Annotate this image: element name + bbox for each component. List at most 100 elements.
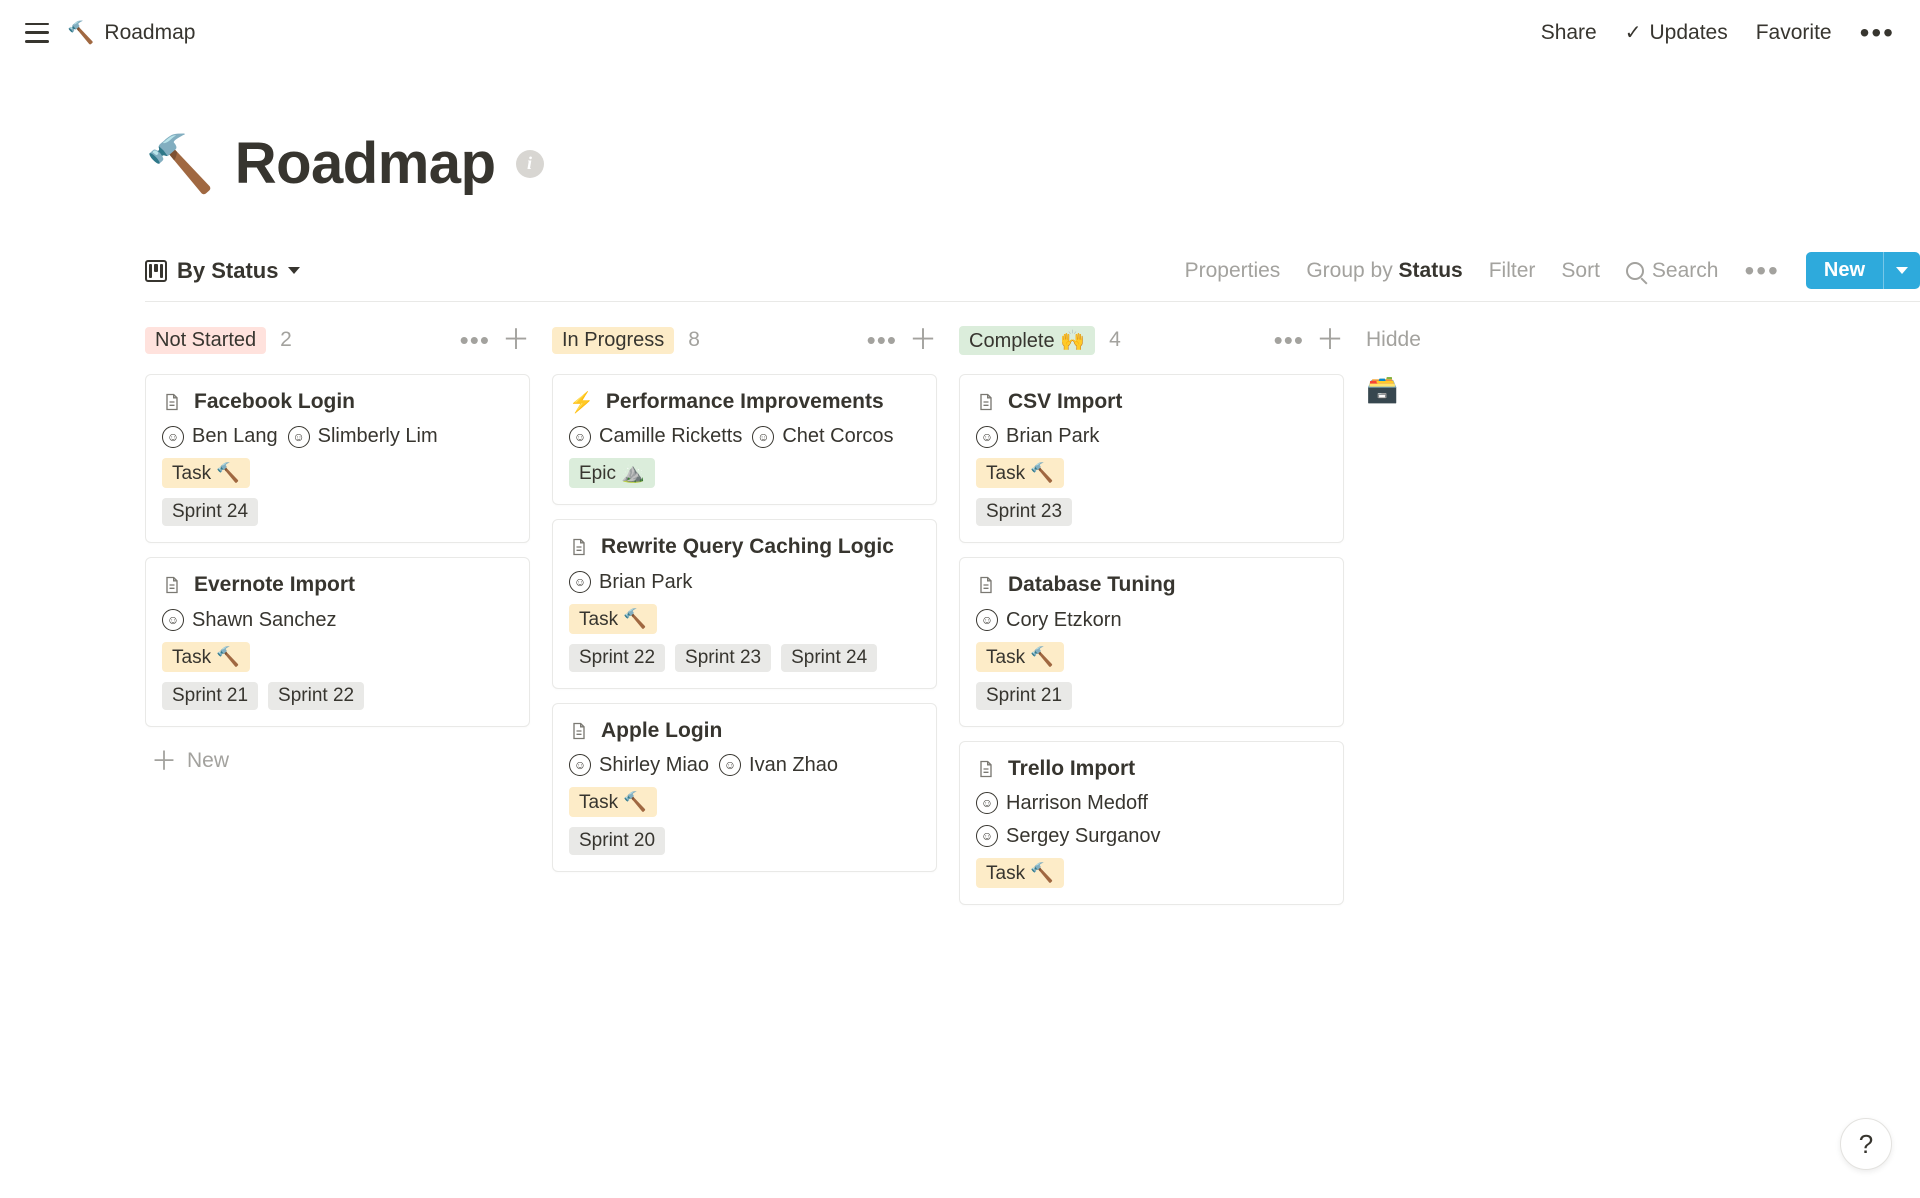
help-button[interactable]: ? xyxy=(1840,1118,1892,1170)
board-card[interactable]: Rewrite Query Caching Logic ☺ Brian Park… xyxy=(552,519,937,688)
sprint-chip: Sprint 24 xyxy=(162,498,258,526)
sprint-chip: Sprint 22 xyxy=(569,644,665,672)
new-button-main[interactable]: New xyxy=(1806,252,1883,289)
sprint-chip: Sprint 24 xyxy=(781,644,877,672)
groupby-value: Status xyxy=(1399,259,1463,282)
card-title: Performance Improvements xyxy=(606,389,884,415)
board-card[interactable]: ⚡ Performance Improvements ☺ Camille Ric… xyxy=(552,374,937,505)
new-button[interactable]: New xyxy=(1806,252,1920,289)
assignee: ☺ Ivan Zhao xyxy=(719,754,838,777)
search-label: Search xyxy=(1652,259,1719,283)
share-button[interactable]: Share xyxy=(1541,21,1597,45)
breadcrumb[interactable]: 🔨 Roadmap xyxy=(67,20,195,46)
type-chip-row: Task 🔨 xyxy=(162,458,513,488)
assignee: ☺ Shirley Miao xyxy=(569,754,709,777)
board-card[interactable]: Database Tuning ☺ Cory Etzkorn Task 🔨 Sp… xyxy=(959,557,1344,726)
topbar: 🔨 Roadmap Share ✓ Updates Favorite ••• xyxy=(0,0,1920,65)
filter-button[interactable]: Filter xyxy=(1489,259,1536,283)
avatar: ☺ xyxy=(976,609,998,631)
groupby-button[interactable]: Group by Status xyxy=(1306,259,1462,283)
assignee: ☺ Sergey Surganov xyxy=(976,825,1161,848)
page: 🔨 Roadmap i By Status Properties Group b… xyxy=(0,65,1920,919)
avatar: ☺ xyxy=(569,426,591,448)
avatar: ☺ xyxy=(162,609,184,631)
board-card[interactable]: Facebook Login ☺ Ben Lang ☺ Slimberly Li… xyxy=(145,374,530,543)
view-selector[interactable]: By Status xyxy=(145,258,300,284)
type-chip-row: Task 🔨 xyxy=(569,787,920,817)
hidden-label[interactable]: Hidde xyxy=(1366,328,1421,352)
page-header: 🔨 Roadmap i xyxy=(145,130,1920,197)
card-title: CSV Import xyxy=(1008,389,1122,415)
board-card[interactable]: CSV Import ☺ Brian Park Task 🔨 Sprint 23 xyxy=(959,374,1344,543)
assignee-name: Ivan Zhao xyxy=(749,754,838,777)
sprint-chip: Sprint 21 xyxy=(162,682,258,710)
column-title[interactable]: Not Started xyxy=(145,327,266,354)
assignee-list: ☺ Brian Park xyxy=(976,425,1327,448)
assignee-name: Cory Etzkorn xyxy=(1006,609,1122,632)
column-title[interactable]: In Progress xyxy=(552,327,674,354)
chevron-down-icon xyxy=(1896,267,1908,274)
type-chip: Task 🔨 xyxy=(162,458,250,488)
favorite-button[interactable]: Favorite xyxy=(1756,21,1832,45)
board-card[interactable]: Trello Import ☺ Harrison Medoff ☺ Sergey… xyxy=(959,741,1344,905)
search-button[interactable]: Search xyxy=(1626,259,1719,283)
sort-button[interactable]: Sort xyxy=(1561,259,1600,283)
column-header: Hidde xyxy=(1366,324,1426,356)
assignee-list: ☺ Brian Park xyxy=(569,571,920,594)
avatar: ☺ xyxy=(976,426,998,448)
column-title[interactable]: Complete 🙌 xyxy=(959,326,1095,355)
new-button-dropdown[interactable] xyxy=(1883,252,1920,289)
topbar-right: Share ✓ Updates Favorite ••• xyxy=(1541,20,1895,45)
assignee: ☺ Shawn Sanchez xyxy=(162,609,337,632)
column-count: 2 xyxy=(280,328,292,352)
info-icon[interactable]: i xyxy=(516,150,544,178)
page-title[interactable]: Roadmap xyxy=(235,130,496,197)
card-title: Database Tuning xyxy=(1008,572,1176,598)
search-icon xyxy=(1626,262,1644,280)
page-icon[interactable]: 🔨 xyxy=(145,131,215,197)
card-title-row: Trello Import xyxy=(976,756,1327,782)
assignee-name: Slimberly Lim xyxy=(318,425,438,448)
page-icon xyxy=(569,720,589,742)
board-card[interactable]: Evernote Import ☺ Shawn Sanchez Task 🔨 S… xyxy=(145,557,530,726)
board-column: Not Started 2 ••• ＋ Facebook Login ☺ Ben… xyxy=(145,324,530,781)
page-icon xyxy=(976,574,996,596)
assignee: ☺ Harrison Medoff xyxy=(976,792,1148,815)
assignee-name: Shawn Sanchez xyxy=(192,609,337,632)
page-icon xyxy=(162,391,182,413)
bolt-icon: ⚡ xyxy=(569,390,594,415)
add-card-label: New xyxy=(187,749,229,773)
updates-button[interactable]: ✓ Updates xyxy=(1625,20,1728,45)
view-toolbar: By Status Properties Group by Status Fil… xyxy=(145,252,1920,302)
avatar: ☺ xyxy=(719,754,741,776)
inbox-icon[interactable]: 🗃️ xyxy=(1366,374,1398,404)
sprint-chip: Sprint 22 xyxy=(268,682,364,710)
properties-button[interactable]: Properties xyxy=(1185,259,1281,283)
type-chip: Task 🔨 xyxy=(162,642,250,672)
sprint-chips: Sprint 21 Sprint 22 xyxy=(162,682,513,710)
sprint-chips: Sprint 22Sprint 23Sprint 24 xyxy=(569,644,920,672)
card-title-row: Evernote Import xyxy=(162,572,513,598)
column-header: Not Started 2 ••• ＋ xyxy=(145,324,530,356)
type-chip-row: Task 🔨 xyxy=(569,604,920,634)
assignee: ☺ Camille Ricketts xyxy=(569,425,742,448)
hammer-icon: 🔨 xyxy=(67,20,94,46)
assignee: ☺ Brian Park xyxy=(976,425,1099,448)
column-count: 8 xyxy=(688,328,700,352)
type-chip: Task 🔨 xyxy=(976,858,1064,888)
add-card-button[interactable]: ＋New xyxy=(145,741,530,781)
sprint-chips: Sprint 23 xyxy=(976,498,1327,526)
avatar: ☺ xyxy=(569,754,591,776)
column-header: In Progress 8 ••• ＋ xyxy=(552,324,937,356)
type-chip-row: Task 🔨 xyxy=(976,458,1327,488)
avatar: ☺ xyxy=(288,426,310,448)
assignee-name: Camille Ricketts xyxy=(599,425,742,448)
assignee-name: Ben Lang xyxy=(192,425,278,448)
page-icon xyxy=(569,536,589,558)
topbar-left: 🔨 Roadmap xyxy=(25,20,195,46)
sprint-chip: Sprint 21 xyxy=(976,682,1072,710)
menu-icon[interactable] xyxy=(25,23,49,43)
assignee-list: ☺ Ben Lang ☺ Slimberly Lim xyxy=(162,425,513,448)
board-card[interactable]: Apple Login ☺ Shirley Miao ☺ Ivan Zhao T… xyxy=(552,703,937,872)
assignee: ☺ Ben Lang xyxy=(162,425,278,448)
